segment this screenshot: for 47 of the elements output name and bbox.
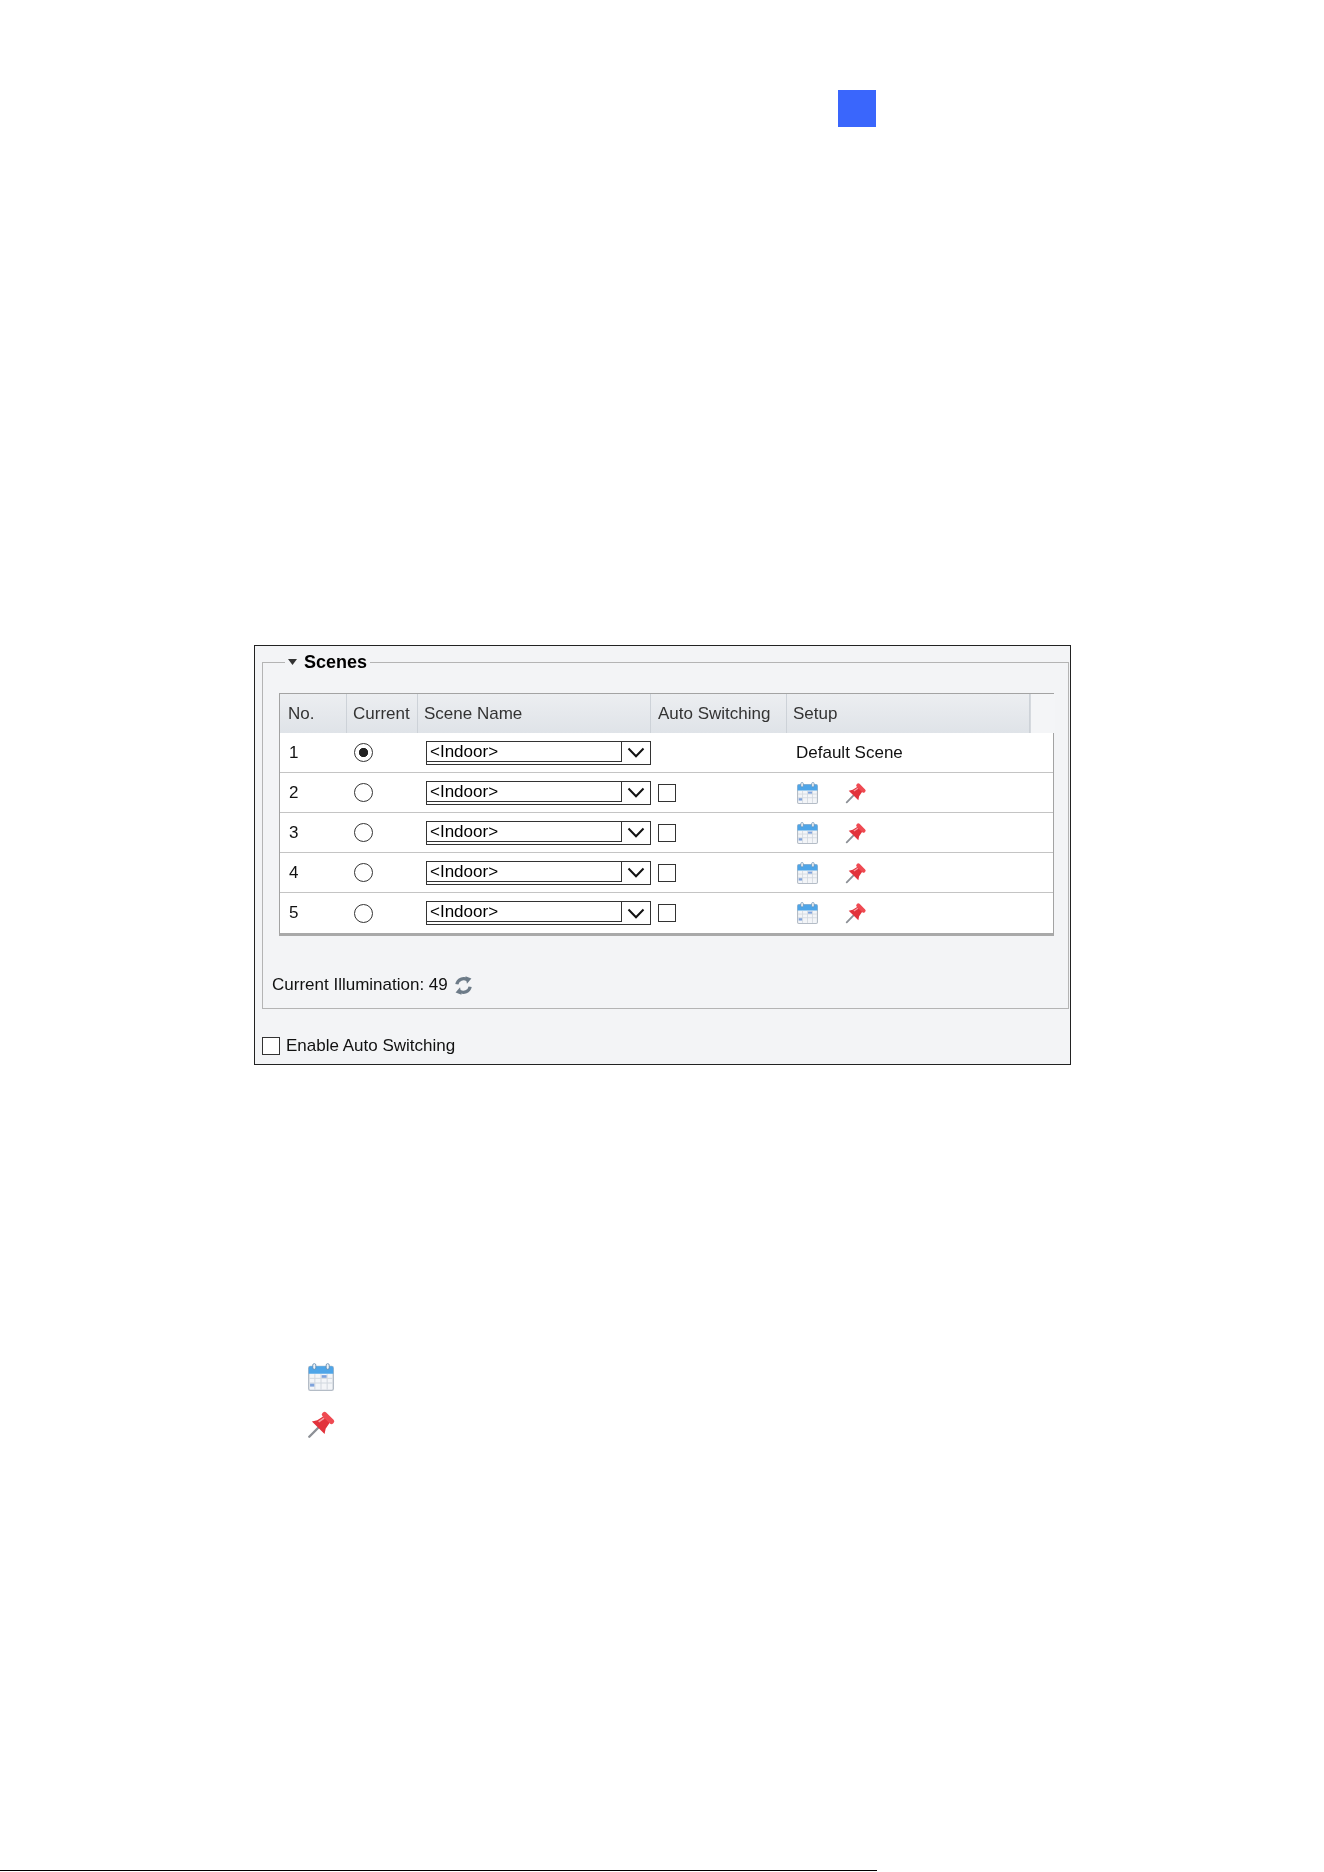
radio-button[interactable] — [354, 823, 373, 842]
column-header: Current — [347, 694, 418, 733]
column-header: Scene Name — [418, 694, 651, 733]
pushpin-icon[interactable] — [845, 861, 867, 884]
pushpin-icon[interactable] — [845, 821, 867, 844]
column-header: No. — [280, 694, 347, 733]
checkbox[interactable] — [658, 823, 676, 842]
checkbox[interactable] — [658, 863, 676, 882]
checkbox-label[interactable]: Enable Auto Switching — [286, 1036, 456, 1056]
scene-number: 3 — [289, 822, 299, 842]
pushpin-icon — [307, 1410, 336, 1439]
scene-number: 2 — [289, 782, 299, 802]
column-header: Setup — [787, 694, 1030, 733]
default-scene-label: Default Scene — [796, 742, 903, 763]
scene-dropdown[interactable]: <Indoor> — [426, 820, 651, 845]
section-marker — [838, 90, 876, 127]
checkbox[interactable] — [262, 1037, 280, 1055]
calendar-icon[interactable] — [797, 861, 818, 884]
radio-button[interactable] — [354, 903, 373, 923]
scene-dropdown[interactable]: <Indoor> — [426, 740, 651, 765]
chevron-down-icon — [627, 867, 645, 878]
radio-button[interactable] — [354, 863, 373, 882]
pushpin-icon[interactable] — [845, 781, 867, 804]
section-title: Scenes — [304, 651, 368, 673]
checkbox[interactable] — [658, 904, 676, 922]
calendar-icon — [308, 1363, 334, 1391]
refresh-icon[interactable] — [453, 975, 473, 995]
scene-number: 4 — [289, 862, 299, 882]
calendar-icon[interactable] — [797, 902, 818, 924]
scene-dropdown[interactable]: <Indoor> — [426, 780, 651, 805]
chevron-down-icon — [627, 907, 645, 919]
chevron-down-icon — [627, 787, 645, 798]
calendar-icon[interactable] — [797, 781, 818, 804]
pushpin-icon[interactable] — [845, 902, 867, 924]
chevron-down-icon — [627, 827, 645, 838]
checkbox[interactable] — [658, 783, 676, 802]
caret-down-icon[interactable] — [288, 659, 297, 665]
calendar-icon[interactable] — [797, 821, 818, 844]
scene-dropdown[interactable]: <Indoor> — [426, 860, 651, 885]
scene-number: 1 — [289, 742, 299, 762]
radio-button[interactable] — [354, 743, 373, 762]
scene-number: 5 — [289, 903, 299, 922]
chevron-down-icon — [627, 747, 645, 758]
column-header: Auto Switching — [651, 694, 787, 733]
radio-button[interactable] — [354, 783, 373, 802]
scene-dropdown[interactable]: <Indoor> — [426, 901, 651, 925]
illumination-reading: Current Illumination: 49 — [272, 975, 448, 995]
